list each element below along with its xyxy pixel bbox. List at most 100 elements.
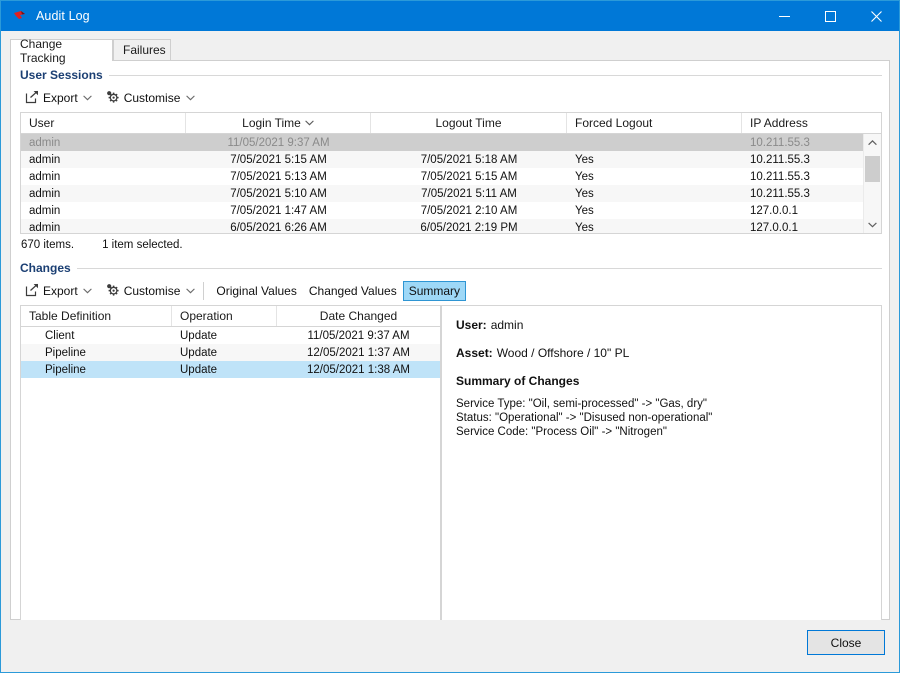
original-values-button[interactable]: Original Values <box>210 281 302 301</box>
gear-icon <box>106 90 120 107</box>
tab-change-tracking-label: Change Tracking <box>20 37 103 65</box>
table-cell: Yes <box>567 154 742 166</box>
table-cell: Update <box>172 330 277 342</box>
changes-group-label: Changes <box>20 261 882 275</box>
table-row[interactable]: admin7/05/2021 5:10 AM7/05/2021 5:11 AMY… <box>21 185 881 202</box>
user-sessions-group-label: User Sessions <box>20 68 882 82</box>
table-cell: 7/05/2021 5:15 AM <box>371 171 567 183</box>
detail-user-value: admin <box>491 318 524 332</box>
table-cell: 6/05/2021 6:26 AM <box>186 222 371 234</box>
table-row[interactable]: admin7/05/2021 1:47 AM7/05/2021 2:10 AMY… <box>21 202 881 219</box>
table-row[interactable]: admin6/05/2021 6:26 AM6/05/2021 2:19 PMY… <box>21 219 881 234</box>
table-cell: 10.211.55.3 <box>742 171 881 183</box>
table-row[interactable]: ClientUpdate11/05/2021 9:37 AM <box>21 327 440 344</box>
chevron-down-icon <box>305 118 314 128</box>
maximize-icon[interactable] <box>807 1 853 31</box>
group-rule <box>77 268 882 269</box>
dialog-footer: Close <box>1 620 899 672</box>
tab-failures-label: Failures <box>123 43 166 57</box>
summary-change-line: Status: "Operational" -> "Disused non-op… <box>456 411 867 425</box>
detail-user-label: User: <box>456 318 487 332</box>
close-button[interactable]: Close <box>807 630 885 655</box>
sessions-vertical-scrollbar[interactable] <box>863 134 881 233</box>
table-cell: 10.211.55.3 <box>742 154 881 166</box>
group-rule <box>109 75 882 76</box>
tab-strip: Change Tracking Failures <box>10 39 890 61</box>
sessions-col-ip-address[interactable]: IP Address <box>742 113 881 133</box>
sessions-export-chevron-down-icon[interactable] <box>81 95 95 101</box>
table-cell: 6/05/2021 2:19 PM <box>371 222 567 234</box>
sessions-export-label: Export <box>43 91 78 105</box>
sessions-customise-label: Customise <box>124 91 181 105</box>
changes-customise-button[interactable]: Customise <box>103 281 184 301</box>
sessions-col-forced-logout[interactable]: Forced Logout <box>567 113 742 133</box>
table-cell: Yes <box>567 171 742 183</box>
table-cell: admin <box>21 137 186 149</box>
sessions-customise-chevron-down-icon[interactable] <box>183 95 197 101</box>
table-cell: Yes <box>567 205 742 217</box>
tab-failures[interactable]: Failures <box>113 39 171 60</box>
table-cell: Update <box>172 347 277 359</box>
changes-export-button[interactable]: Export <box>22 281 81 301</box>
table-cell: admin <box>21 188 186 200</box>
summary-change-line: Service Type: "Oil, semi-processed" -> "… <box>456 397 867 411</box>
summary-button[interactable]: Summary <box>403 281 466 301</box>
change-detail-pane: User:admin Asset:Wood / Offshore / 10" P… <box>441 305 882 625</box>
sessions-toolbar: Export <box>22 87 197 109</box>
tab-change-tracking[interactable]: Change Tracking <box>10 39 113 61</box>
changes-col-operation[interactable]: Operation <box>172 306 277 326</box>
table-row[interactable]: admin7/05/2021 5:15 AM7/05/2021 5:18 AMY… <box>21 151 881 168</box>
sessions-col-login-time[interactable]: Login Time <box>186 113 371 133</box>
table-row[interactable]: admin11/05/2021 9:37 AM10.211.55.3 <box>21 134 881 151</box>
changes-col-table-definition[interactable]: Table Definition <box>21 306 172 326</box>
changes-grid-header: Table Definition Operation Date Changed <box>21 306 440 327</box>
table-row[interactable]: PipelineUpdate12/05/2021 1:38 AM <box>21 361 440 378</box>
changes-export-label: Export <box>43 284 78 298</box>
export-icon <box>25 283 39 300</box>
changes-col-date-changed[interactable]: Date Changed <box>277 306 440 326</box>
table-cell: admin <box>21 205 186 217</box>
changed-values-button[interactable]: Changed Values <box>303 281 403 301</box>
chevron-up-icon[interactable] <box>864 134 881 151</box>
sessions-export-button[interactable]: Export <box>22 88 81 108</box>
audit-log-app-icon <box>12 8 28 24</box>
detail-summary-heading: Summary of Changes <box>456 374 867 388</box>
table-cell: Pipeline <box>21 364 172 376</box>
table-cell: 7/05/2021 5:15 AM <box>186 154 371 166</box>
scrollbar-thumb[interactable] <box>865 156 880 182</box>
sessions-grid-header: User Login Time Logout Time Forced Logou… <box>21 113 881 134</box>
changes-label-text: Changes <box>20 261 71 275</box>
client-area: Change Tracking Failures User Sessions <box>1 31 899 672</box>
table-cell: Client <box>21 330 172 342</box>
title-bar: Audit Log <box>1 1 899 31</box>
minimize-icon[interactable] <box>761 1 807 31</box>
table-cell: 10.211.55.3 <box>742 188 881 200</box>
user-sessions-label-text: User Sessions <box>20 68 103 82</box>
table-cell: Update <box>172 364 277 376</box>
table-cell: 7/05/2021 2:10 AM <box>371 205 567 217</box>
changes-toolbar: Export <box>22 280 466 302</box>
table-cell: admin <box>21 222 186 234</box>
sessions-col-logout-time[interactable]: Logout Time <box>371 113 567 133</box>
changes-export-chevron-down-icon[interactable] <box>81 288 95 294</box>
table-row[interactable]: admin7/05/2021 5:13 AM7/05/2021 5:15 AMY… <box>21 168 881 185</box>
sessions-customise-button[interactable]: Customise <box>103 88 184 108</box>
sessions-selection-count: 1 item selected. <box>102 239 183 251</box>
changes-grid[interactable]: Table Definition Operation Date Changed … <box>20 305 441 625</box>
table-cell: 7/05/2021 5:10 AM <box>186 188 371 200</box>
changes-customise-chevron-down-icon[interactable] <box>183 288 197 294</box>
detail-summary-lines: Service Type: "Oil, semi-processed" -> "… <box>456 397 867 439</box>
chevron-down-icon[interactable] <box>864 216 881 233</box>
summary-change-line: Service Code: "Process Oil" -> "Nitrogen… <box>456 425 867 439</box>
sessions-col-user[interactable]: User <box>21 113 186 133</box>
detail-user-row: User: admin <box>456 318 867 332</box>
sessions-grid-body: admin11/05/2021 9:37 AM10.211.55.3admin7… <box>21 134 881 234</box>
table-cell: Yes <box>567 222 742 234</box>
user-sessions-grid[interactable]: User Login Time Logout Time Forced Logou… <box>20 112 882 234</box>
table-row[interactable]: PipelineUpdate12/05/2021 1:37 AM <box>21 344 440 361</box>
table-cell: 10.211.55.3 <box>742 137 881 149</box>
sessions-item-count: 670 items. <box>21 239 74 251</box>
detail-asset-label: Asset: <box>456 346 493 360</box>
table-cell: 7/05/2021 5:13 AM <box>186 171 371 183</box>
close-icon[interactable] <box>853 1 899 31</box>
